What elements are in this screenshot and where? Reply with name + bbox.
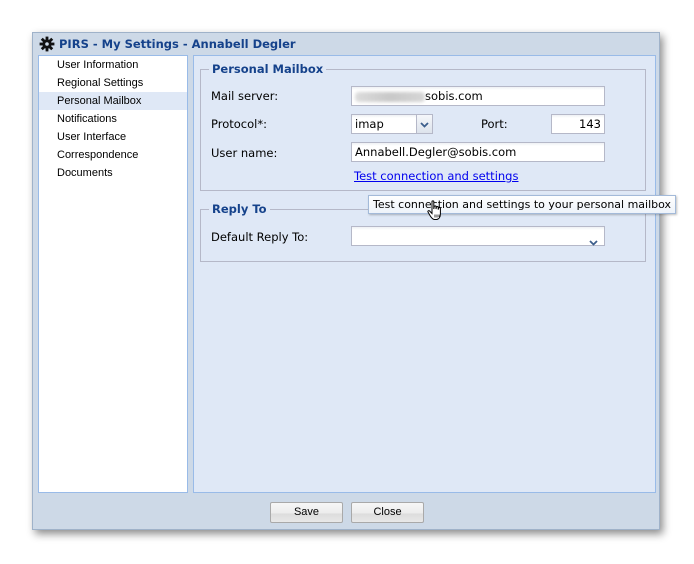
mail-server-value: sobis.com	[425, 89, 483, 103]
reply-to-legend: Reply To	[209, 202, 270, 216]
close-button[interactable]: Close	[351, 502, 424, 523]
window-title: PIRS - My Settings - Annabell Degler	[59, 37, 296, 51]
chevron-down-icon	[420, 118, 429, 131]
settings-nav: User Information Regional Settings Perso…	[38, 55, 188, 493]
personal-mailbox-legend: Personal Mailbox	[209, 62, 327, 76]
sidebar-item-correspondence[interactable]: Correspondence	[39, 146, 187, 164]
test-connection-link[interactable]: Test connection and settings	[354, 169, 518, 183]
default-reply-to-select[interactable]	[351, 226, 605, 246]
settings-window: PIRS - My Settings - Annabell Degler Use…	[32, 32, 677, 530]
port-value: 143	[579, 117, 601, 131]
protocol-value: imap	[355, 117, 384, 131]
personal-mailbox-fieldset: Personal Mailbox Mail server: sobis.com …	[200, 62, 646, 191]
sidebar-item-documents[interactable]: Documents	[39, 164, 187, 182]
chevron-down-icon	[589, 233, 598, 251]
reply-to-fieldset: Reply To Default Reply To:	[200, 202, 646, 262]
sidebar-item-personal-mailbox[interactable]: Personal Mailbox	[39, 92, 187, 110]
save-button[interactable]: Save	[270, 502, 343, 523]
protocol-label: Protocol*:	[211, 117, 267, 131]
user-name-value: Annabell.Degler@sobis.com	[355, 145, 517, 159]
port-label: Port:	[481, 117, 508, 131]
title-bar[interactable]: PIRS - My Settings - Annabell Degler	[33, 33, 659, 55]
user-name-label: User name:	[211, 146, 278, 160]
sidebar-item-user-information[interactable]: User Information	[39, 56, 187, 74]
settings-panel: Personal Mailbox Mail server: sobis.com …	[193, 55, 677, 493]
hand-cursor-icon	[427, 200, 445, 225]
sidebar-item-notifications[interactable]: Notifications	[39, 110, 187, 128]
sidebar-item-user-interface[interactable]: User Interface	[39, 128, 187, 146]
sidebar-item-regional-settings[interactable]: Regional Settings	[39, 74, 187, 92]
gear-icon	[38, 35, 56, 53]
test-connection-tooltip: Test connection and settings to your per…	[368, 195, 677, 214]
user-name-input[interactable]: Annabell.Degler@sobis.com	[351, 142, 605, 162]
redacted-text	[355, 91, 425, 102]
mail-server-input[interactable]: sobis.com	[351, 86, 605, 106]
mail-server-label: Mail server:	[211, 89, 279, 103]
default-reply-to-label: Default Reply To:	[211, 230, 309, 244]
port-input[interactable]: 143	[551, 114, 605, 134]
protocol-dropdown-button[interactable]	[416, 114, 433, 134]
protocol-select[interactable]: imap	[351, 114, 417, 134]
